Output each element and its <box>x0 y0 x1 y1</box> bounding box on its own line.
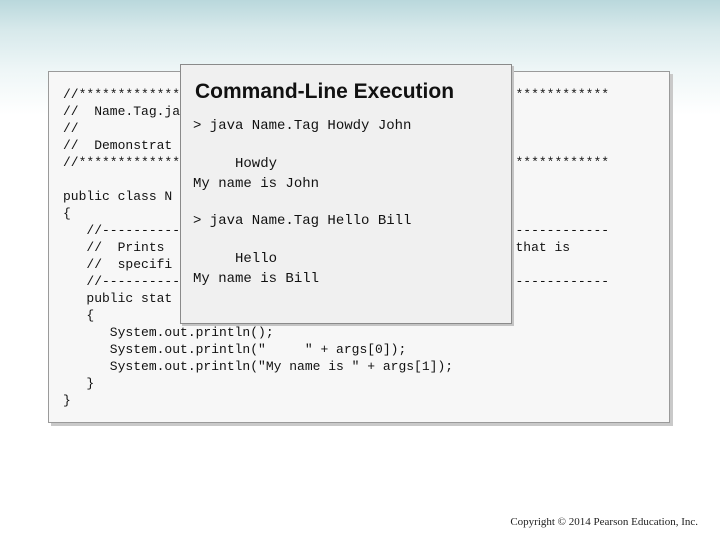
code-line: System.out.println("My name is " + args[… <box>63 359 454 374</box>
popup-title: Command-Line Execution <box>195 80 455 103</box>
code-line: } <box>63 393 71 408</box>
output-line-3: Hello <box>193 251 278 267</box>
command-line-2: > java Name.Tag Hello Bill <box>193 213 412 229</box>
output-line-2: My name is John <box>193 176 320 192</box>
command-line-1: > java Name.Tag Howdy John <box>193 118 412 134</box>
output-line-1: Howdy <box>193 156 278 172</box>
command-line-popup: Command-Line Execution > java Name.Tag H… <box>180 64 512 324</box>
copyright-notice: Copyright © 2014 Pearson Education, Inc. <box>510 516 698 528</box>
code-line: } <box>63 376 95 391</box>
code-line: System.out.println(); <box>63 325 274 340</box>
code-line: System.out.println(" " + args[0]); <box>63 342 407 357</box>
output-line-4: My name is Bill <box>193 271 320 287</box>
